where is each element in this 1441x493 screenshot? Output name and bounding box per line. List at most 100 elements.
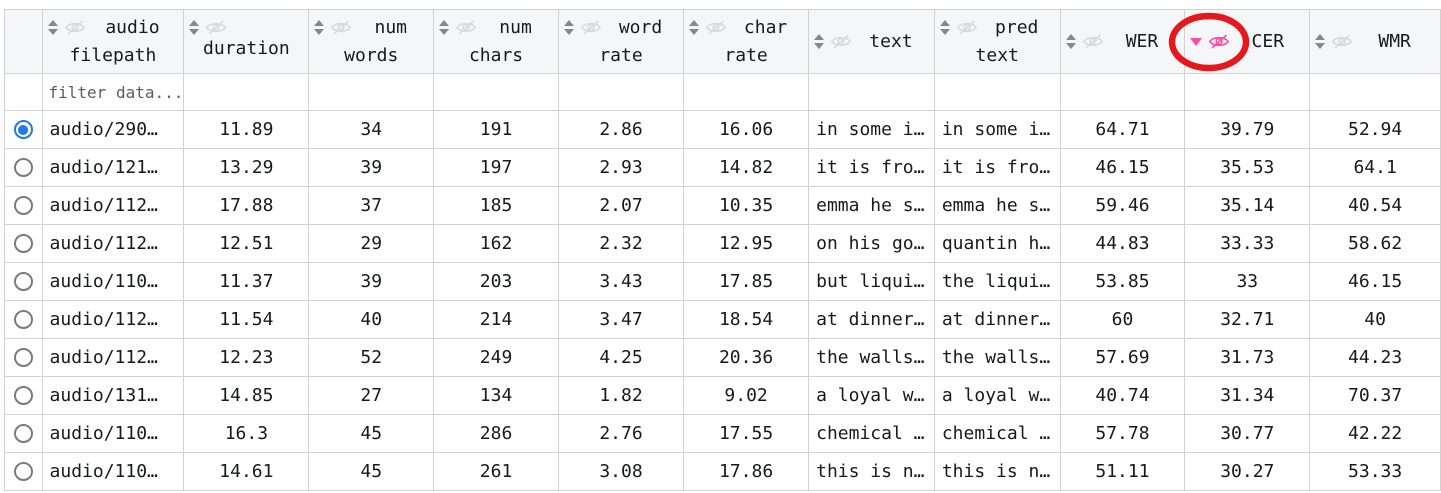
cell-pred-text[interactable]: in some i… (934, 111, 1060, 149)
row-select-radio[interactable] (14, 386, 33, 405)
cell-wer[interactable]: 60 (1060, 301, 1185, 339)
cell-wer[interactable]: 46.15 (1060, 149, 1185, 187)
cell-audio-filepath[interactable]: audio/112… (42, 225, 184, 263)
cell-wmr[interactable]: 46.15 (1310, 263, 1441, 301)
eye-slash-icon[interactable] (205, 20, 227, 35)
cell-num-chars[interactable]: 249 (434, 339, 559, 377)
cell-num-words[interactable]: 37 (309, 187, 434, 225)
cell-pred-text[interactable]: at dinner… (934, 301, 1060, 339)
eye-slash-icon[interactable] (580, 20, 602, 35)
row-select-radio[interactable] (14, 310, 33, 329)
cell-num-chars[interactable]: 214 (434, 301, 559, 339)
cell-pred-text[interactable]: chemical … (934, 415, 1060, 453)
cell-duration[interactable]: 17.88 (184, 187, 309, 225)
cell-cer[interactable]: 35.53 (1185, 149, 1310, 187)
filter-input-num-words[interactable] (309, 74, 434, 111)
cell-word-rate[interactable]: 3.43 (558, 263, 683, 301)
cell-audio-filepath[interactable]: audio/112… (42, 339, 184, 377)
row-select-radio[interactable] (14, 462, 33, 481)
cell-cer[interactable]: 31.34 (1185, 377, 1310, 415)
cell-word-rate[interactable]: 4.25 (558, 339, 683, 377)
sort-arrows-icon[interactable] (689, 20, 699, 35)
cell-audio-filepath[interactable]: audio/110… (42, 453, 184, 491)
cell-char-rate[interactable]: 10.35 (684, 187, 809, 225)
eye-slash-icon[interactable] (1082, 34, 1104, 49)
cell-wmr[interactable]: 53.33 (1310, 453, 1441, 491)
cell-audio-filepath[interactable]: audio/131… (42, 377, 184, 415)
cell-cer[interactable]: 35.14 (1185, 187, 1310, 225)
row-select-radio[interactable] (14, 120, 33, 139)
cell-text[interactable]: on his go… (809, 225, 935, 263)
eye-slash-icon[interactable] (64, 20, 86, 35)
cell-pred-text[interactable]: it is fro… (934, 149, 1060, 187)
cell-wmr[interactable]: 70.37 (1310, 377, 1441, 415)
cell-duration[interactable]: 14.85 (184, 377, 309, 415)
cell-word-rate[interactable]: 2.76 (558, 415, 683, 453)
row-select-radio[interactable] (14, 234, 33, 253)
cell-num-chars[interactable]: 134 (434, 377, 559, 415)
cell-word-rate[interactable]: 3.47 (558, 301, 683, 339)
cell-duration[interactable]: 14.61 (184, 453, 309, 491)
cell-num-words[interactable]: 39 (309, 149, 434, 187)
cell-word-rate[interactable]: 3.08 (558, 453, 683, 491)
cell-cer[interactable]: 39.79 (1185, 111, 1310, 149)
cell-cer[interactable]: 30.77 (1185, 415, 1310, 453)
cell-wer[interactable]: 57.78 (1060, 415, 1185, 453)
row-select-radio[interactable] (14, 272, 33, 291)
filter-input-cer[interactable] (1185, 74, 1310, 111)
cell-duration[interactable]: 12.51 (184, 225, 309, 263)
sort-arrows-icon[interactable] (814, 34, 824, 49)
cell-wer[interactable]: 59.46 (1060, 187, 1185, 225)
filter-input-num-chars[interactable] (434, 74, 559, 111)
cell-text[interactable]: at dinner… (809, 301, 935, 339)
cell-audio-filepath[interactable]: audio/112… (42, 301, 184, 339)
sort-arrows-icon[interactable] (1315, 34, 1325, 49)
cell-num-words[interactable]: 52 (309, 339, 434, 377)
cell-wer[interactable]: 44.83 (1060, 225, 1185, 263)
eye-slash-icon[interactable] (830, 34, 852, 49)
cell-pred-text[interactable]: a loyal w… (934, 377, 1060, 415)
filter-input-text[interactable] (809, 74, 935, 111)
cell-num-words[interactable]: 40 (309, 301, 434, 339)
cell-num-words[interactable]: 39 (309, 263, 434, 301)
cell-audio-filepath[interactable]: audio/121… (42, 149, 184, 187)
cell-duration[interactable]: 11.89 (184, 111, 309, 149)
eye-slash-icon[interactable] (956, 20, 978, 35)
cell-audio-filepath[interactable]: audio/110… (42, 415, 184, 453)
cell-text[interactable]: in some i… (809, 111, 935, 149)
cell-num-words[interactable]: 29 (309, 225, 434, 263)
sort-desc-icon[interactable] (1190, 38, 1202, 46)
eye-slash-icon[interactable] (330, 20, 352, 35)
cell-wer[interactable]: 51.11 (1060, 453, 1185, 491)
filter-input-wmr[interactable] (1310, 74, 1441, 111)
cell-cer[interactable]: 32.71 (1185, 301, 1310, 339)
cell-word-rate[interactable]: 2.07 (558, 187, 683, 225)
sort-arrows-icon[interactable] (48, 20, 58, 35)
sort-arrows-icon[interactable] (439, 20, 449, 35)
filter-input-char-rate[interactable] (684, 74, 809, 111)
cell-cer[interactable]: 33 (1185, 263, 1310, 301)
cell-text[interactable]: emma he s… (809, 187, 935, 225)
cell-wmr[interactable]: 52.94 (1310, 111, 1441, 149)
cell-num-chars[interactable]: 162 (434, 225, 559, 263)
cell-word-rate[interactable]: 2.93 (558, 149, 683, 187)
cell-char-rate[interactable]: 17.86 (684, 453, 809, 491)
cell-audio-filepath[interactable]: audio/290… (42, 111, 184, 149)
cell-duration[interactable]: 11.37 (184, 263, 309, 301)
cell-text[interactable]: this is n… (809, 453, 935, 491)
row-select-radio[interactable] (14, 158, 33, 177)
row-select-radio[interactable] (14, 424, 33, 443)
cell-num-chars[interactable]: 261 (434, 453, 559, 491)
eye-slash-icon[interactable] (455, 20, 477, 35)
cell-pred-text[interactable]: this is n… (934, 453, 1060, 491)
cell-text[interactable]: the walls… (809, 339, 935, 377)
cell-num-words[interactable]: 45 (309, 415, 434, 453)
row-select-radio[interactable] (14, 196, 33, 215)
eye-slash-icon[interactable] (1208, 34, 1230, 49)
cell-num-chars[interactable]: 203 (434, 263, 559, 301)
cell-wmr[interactable]: 42.22 (1310, 415, 1441, 453)
cell-wer[interactable]: 57.69 (1060, 339, 1185, 377)
cell-num-words[interactable]: 45 (309, 453, 434, 491)
cell-num-chars[interactable]: 185 (434, 187, 559, 225)
cell-char-rate[interactable]: 9.02 (684, 377, 809, 415)
